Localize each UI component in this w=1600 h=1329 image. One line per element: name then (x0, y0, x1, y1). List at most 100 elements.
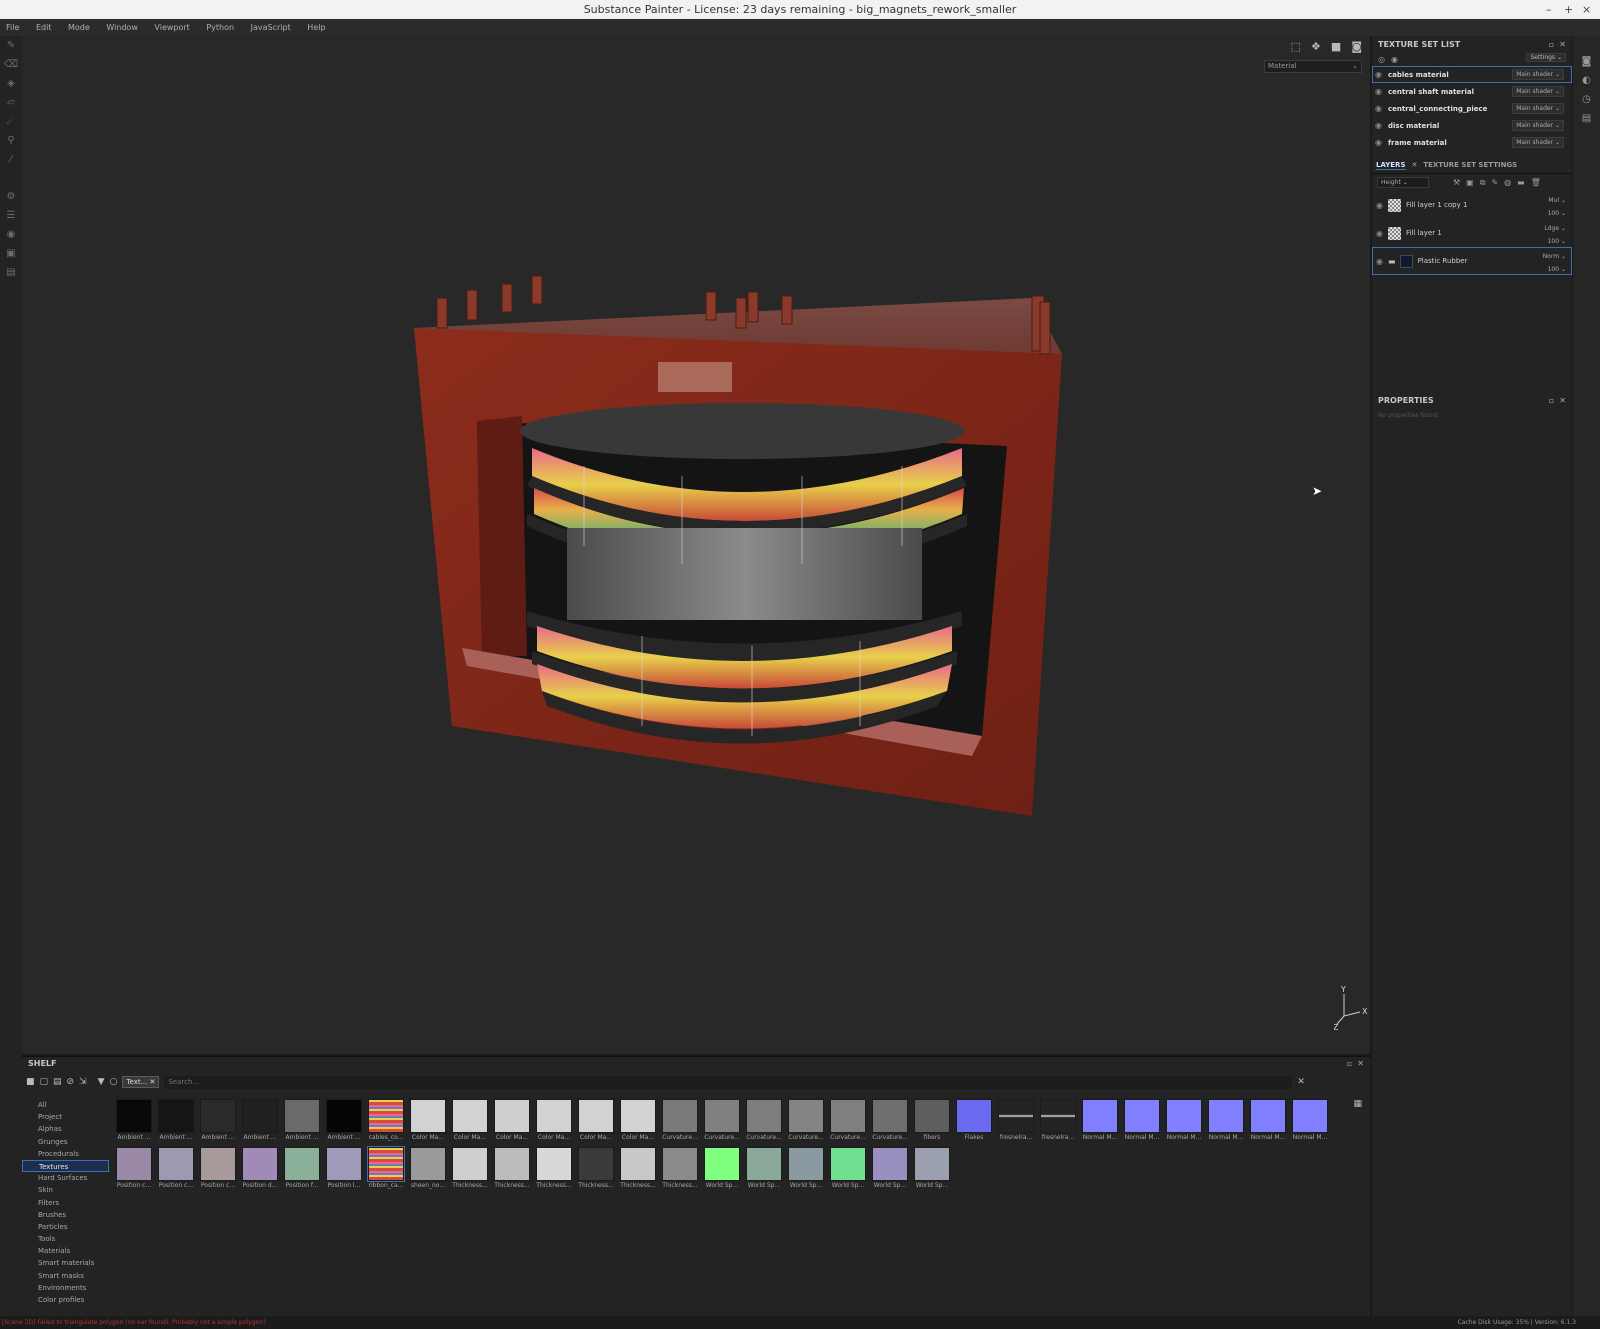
eraser-icon[interactable]: ⌫ (0, 55, 22, 74)
shelf-thumbnail[interactable]: World Sp... (746, 1147, 782, 1193)
shelf-thumbnail[interactable]: cables_co... (368, 1099, 404, 1145)
eye-icon[interactable]: ◉ (1375, 87, 1388, 96)
shelf-thumbnail[interactable]: Thickness... (578, 1147, 614, 1193)
shelf-thumbnail[interactable]: Thickness... (662, 1147, 698, 1193)
shelf-thumbnail[interactable]: World Sp... (704, 1147, 740, 1193)
layer-row[interactable]: ◉ Fill layer 1 copy 1 Mul ⌄ 100 ⌄ (1372, 191, 1572, 219)
shelf-thumbnail[interactable]: Ambient ... (284, 1099, 320, 1145)
shelf-category[interactable]: Project (22, 1111, 109, 1123)
close-button[interactable]: × (1582, 0, 1591, 19)
shelf-category[interactable]: Brushes (22, 1209, 109, 1221)
layer-blend[interactable]: Norm ⌄ 100 ⌄ (1543, 250, 1566, 276)
shelf-thumbnail[interactable]: fresnelra... (1040, 1099, 1076, 1145)
close-icon[interactable]: ✕ (1412, 161, 1418, 169)
texture-set-item[interactable]: ◉ frame material Main shader ⌄ (1372, 134, 1572, 151)
shelf-thumbnail[interactable]: Curvature... (662, 1099, 698, 1145)
filter-icon[interactable]: ▼ (98, 1077, 105, 1087)
layer-row[interactable]: ◉ ▬ Plastic Rubber Norm ⌄ 100 ⌄ (1372, 247, 1572, 275)
menu-help[interactable]: Help (307, 23, 325, 32)
shelf-category[interactable]: Hard Surfaces (22, 1172, 109, 1184)
projection-icon[interactable]: ◈ (0, 74, 22, 93)
shelf-category[interactable]: Smart materials (22, 1257, 109, 1269)
tab-layers[interactable]: LAYERS (1376, 161, 1406, 170)
eye-icon[interactable]: ◉ (1376, 201, 1388, 210)
shelf-category[interactable]: Materials (22, 1245, 109, 1257)
minimize-button[interactable]: – (1546, 0, 1552, 19)
eye-icon[interactable]: ◉ (1375, 70, 1388, 79)
tab-texture-set-settings[interactable]: TEXTURE SET SETTINGS (1423, 161, 1517, 169)
grid-icon[interactable]: ▤ (53, 1077, 62, 1087)
properties-panel-controls[interactable]: ▫ ✕ (1549, 394, 1566, 408)
shader-select[interactable]: Main shader ⌄ (1512, 69, 1564, 80)
shelf-category[interactable]: Tools (22, 1233, 109, 1245)
shelf-thumbnail[interactable]: Ambient ... (242, 1099, 278, 1145)
paint-brush-icon[interactable]: ✎ (0, 36, 22, 55)
environment-icon[interactable]: ◐ (1573, 71, 1600, 90)
menu-python[interactable]: Python (206, 23, 234, 32)
shelf-thumbnail[interactable]: Curvature... (746, 1099, 782, 1145)
texture-set-item[interactable]: ◉ disc material Main shader ⌄ (1372, 117, 1572, 134)
hide-icon[interactable]: ⊘ (67, 1077, 75, 1087)
shelf-category[interactable]: Textures (22, 1159, 109, 1173)
layer-row[interactable]: ◉ Fill layer 1 Ldge ⌄ 100 ⌄ (1372, 219, 1572, 247)
add-group-icon[interactable]: ◍ (1504, 178, 1511, 187)
log-icon[interactable]: ▤ (0, 263, 22, 282)
shelf-thumbnail[interactable]: Color Ma... (536, 1099, 572, 1145)
shelf-category[interactable]: Grunges (22, 1136, 109, 1148)
shelf-thumbnail[interactable]: Position c... (116, 1147, 152, 1193)
maximize-button[interactable]: + (1564, 0, 1573, 19)
clear-search-icon[interactable]: ✕ (1297, 1077, 1305, 1087)
menu-javascript[interactable]: JavaScript (251, 23, 291, 32)
shelf-thumbnail[interactable]: World Sp... (872, 1147, 908, 1193)
shelf-thumbnail[interactable]: Thickness... (536, 1147, 572, 1193)
delete-layer-icon[interactable]: 🗑 (1531, 178, 1541, 187)
layer-blend[interactable]: Ldge ⌄ 100 ⌄ (1544, 222, 1566, 248)
shelf-thumbnail[interactable]: Ambient ... (158, 1099, 194, 1145)
shelf-thumbnail[interactable]: Normal M... (1166, 1099, 1202, 1145)
shelf-thumbnail[interactable]: Thickness... (452, 1147, 488, 1193)
shelf-category[interactable]: Particles (22, 1221, 109, 1233)
add-effect-icon[interactable]: ⚒ (1453, 178, 1460, 187)
texture-set-item[interactable]: ◉ central shaft material Main shader ⌄ (1372, 83, 1572, 100)
eye-icon[interactable]: ◉ (1376, 257, 1388, 266)
settings-icon[interactable]: ⚙ (0, 187, 22, 206)
visibility-icon[interactable]: ◎ (1378, 55, 1385, 64)
shelf-filter-chip[interactable]: Text... ✕ (122, 1076, 160, 1088)
shelf-category[interactable]: Filters (22, 1197, 109, 1209)
texture-set-item[interactable]: ◉ central_connecting_piece Main shader ⌄ (1372, 100, 1572, 117)
shelf-category[interactable]: Environments (22, 1282, 109, 1294)
menu-file[interactable]: File (6, 23, 19, 32)
eye-icon[interactable]: ◉ (1376, 229, 1388, 238)
add-fill-layer-icon[interactable]: ⧉ (1480, 178, 1486, 188)
shelf-thumbnail[interactable]: Flakes (956, 1099, 992, 1145)
shelf-thumbnail[interactable]: Color Ma... (410, 1099, 446, 1145)
layers-icon[interactable]: ☰ (0, 206, 22, 225)
shelf-category[interactable]: Skin (22, 1184, 109, 1196)
shelf-thumbnail[interactable]: Normal M... (1124, 1099, 1160, 1145)
menu-mode[interactable]: Mode (68, 23, 90, 32)
shelf-category[interactable]: Alphas (22, 1123, 109, 1135)
new-icon[interactable]: ▢ (40, 1077, 49, 1087)
solo-icon[interactable]: ◉ (1391, 55, 1398, 64)
polygon-fill-icon[interactable]: ▱ (0, 93, 22, 112)
shelf-thumbnail[interactable]: Color Ma... (494, 1099, 530, 1145)
shader-select[interactable]: Main shader ⌄ (1512, 120, 1564, 131)
shelf-thumbnail[interactable]: Position d... (242, 1147, 278, 1193)
texture-set-item[interactable]: ◉ cables material Main shader ⌄ (1372, 66, 1572, 83)
add-folder-icon[interactable]: ▬ (1517, 178, 1525, 187)
color-picker-icon[interactable]: ⁄ (0, 150, 22, 169)
smudge-icon[interactable]: ☄ (0, 112, 22, 131)
shelf-thumbnail[interactable]: Normal M... (1208, 1099, 1244, 1145)
clone-icon[interactable]: ⚲ (0, 131, 22, 150)
shelf-category[interactable]: Procedurals (22, 1148, 109, 1160)
3d-viewport[interactable]: ⬚ ❖ ■ ◙ Material ⌄ ➤ Y X Z (22, 36, 1370, 1054)
shader-select[interactable]: Main shader ⌄ (1512, 137, 1564, 148)
shelf-thumbnail[interactable]: Thickness... (494, 1147, 530, 1193)
shelf-thumbnail[interactable]: fibers (914, 1099, 950, 1145)
shelf-thumbnail[interactable]: ribbon_ca... (367, 1146, 405, 1193)
log-icon[interactable]: ▤ (1573, 109, 1600, 128)
shelf-thumbnail[interactable]: World Sp... (830, 1147, 866, 1193)
camera-icon[interactable]: ◙ (1573, 52, 1600, 71)
shelf-thumbnail[interactable]: Curvature... (704, 1099, 740, 1145)
shelf-thumbnail[interactable]: World Sp... (914, 1147, 950, 1193)
